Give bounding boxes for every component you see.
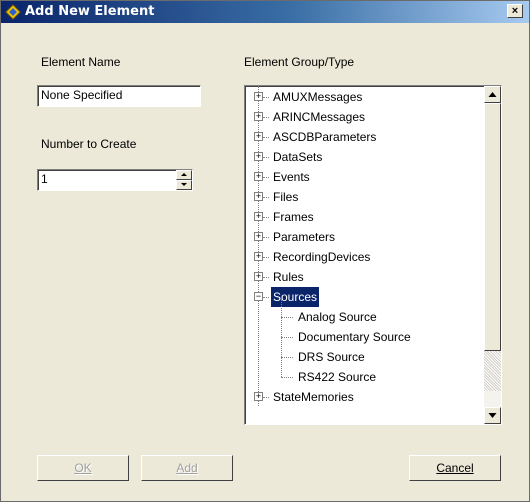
expand-icon[interactable]: + — [254, 112, 263, 121]
spin-down-button[interactable] — [176, 180, 192, 190]
add-label: Add — [176, 461, 198, 475]
tree-node-label-selected: Sources — [271, 287, 320, 307]
expand-icon[interactable]: + — [254, 192, 263, 201]
tree-node-label: Files — [273, 190, 299, 204]
element-group-type-label: Element Group/Type — [244, 55, 355, 69]
expand-icon[interactable]: + — [254, 212, 263, 221]
expand-icon[interactable]: + — [254, 152, 263, 161]
tree-node-label: DataSets — [273, 150, 323, 164]
add-new-element-dialog: Add New Element × Element Name None Spec… — [0, 0, 530, 502]
tree-node-label: StateMemories — [273, 390, 354, 404]
tree-node-label: RS422 Source — [298, 370, 377, 384]
tree-node-label: Events — [273, 170, 310, 184]
spin-up-button[interactable] — [176, 170, 192, 180]
tree-node-label: Documentary Source — [298, 330, 411, 344]
close-button[interactable]: × — [507, 4, 523, 18]
element-group-tree[interactable]: + AMUXMessages + ARINCMessages + ASCDBPa… — [244, 85, 502, 425]
scrollbar-thumb[interactable] — [484, 103, 501, 351]
tree-node-label: Rules — [273, 270, 304, 284]
element-name-input[interactable]: None Specified — [37, 85, 201, 107]
tree-node-label: AMUXMessages — [273, 90, 363, 104]
expand-icon[interactable]: + — [254, 272, 263, 281]
cancel-label: Cancel — [436, 461, 474, 475]
chevron-down-icon — [181, 183, 187, 186]
triangle-up-icon — [488, 92, 497, 97]
diamond-arrow-icon — [5, 4, 21, 20]
element-name-label: Element Name — [41, 55, 121, 69]
tree-node-label: DRS Source — [298, 350, 365, 364]
collapse-icon[interactable]: − — [254, 292, 263, 301]
quantity-value: 1 — [41, 172, 48, 186]
chevron-up-icon — [181, 173, 187, 176]
tree-node-label: Analog Source — [298, 310, 377, 324]
tree-node-label: ASCDBParameters — [273, 130, 377, 144]
tree-node-label: RecordingDevices — [273, 250, 371, 264]
spin-buttons — [176, 170, 192, 190]
quantity-stepper[interactable]: 1 — [37, 169, 193, 191]
expand-icon[interactable]: + — [254, 252, 263, 261]
triangle-down-icon — [488, 413, 497, 418]
title-bar[interactable]: Add New Element × — [1, 1, 529, 23]
ok-label: OK — [74, 461, 92, 475]
scroll-up-button[interactable] — [484, 86, 501, 103]
expand-icon[interactable]: + — [254, 132, 263, 141]
tree-node-label: ARINCMessages — [273, 110, 366, 124]
expand-icon[interactable]: + — [254, 172, 263, 181]
cancel-button[interactable]: Cancel — [409, 455, 501, 481]
scrollbar-track[interactable] — [484, 351, 501, 391]
add-button[interactable]: Add — [141, 455, 233, 481]
expand-icon[interactable]: + — [254, 232, 263, 241]
window-title: Add New Element — [25, 4, 155, 19]
child-line — [281, 299, 282, 377]
ok-button[interactable]: OK — [37, 455, 129, 481]
tree-node-label: Parameters — [273, 230, 336, 244]
tree-node-label: Frames — [273, 210, 314, 224]
scroll-down-button[interactable] — [484, 407, 501, 424]
number-to-create-label: Number to Create — [41, 137, 137, 151]
vertical-scrollbar[interactable] — [484, 86, 501, 424]
expand-icon[interactable]: + — [254, 392, 263, 401]
expand-icon[interactable]: + — [254, 92, 263, 101]
